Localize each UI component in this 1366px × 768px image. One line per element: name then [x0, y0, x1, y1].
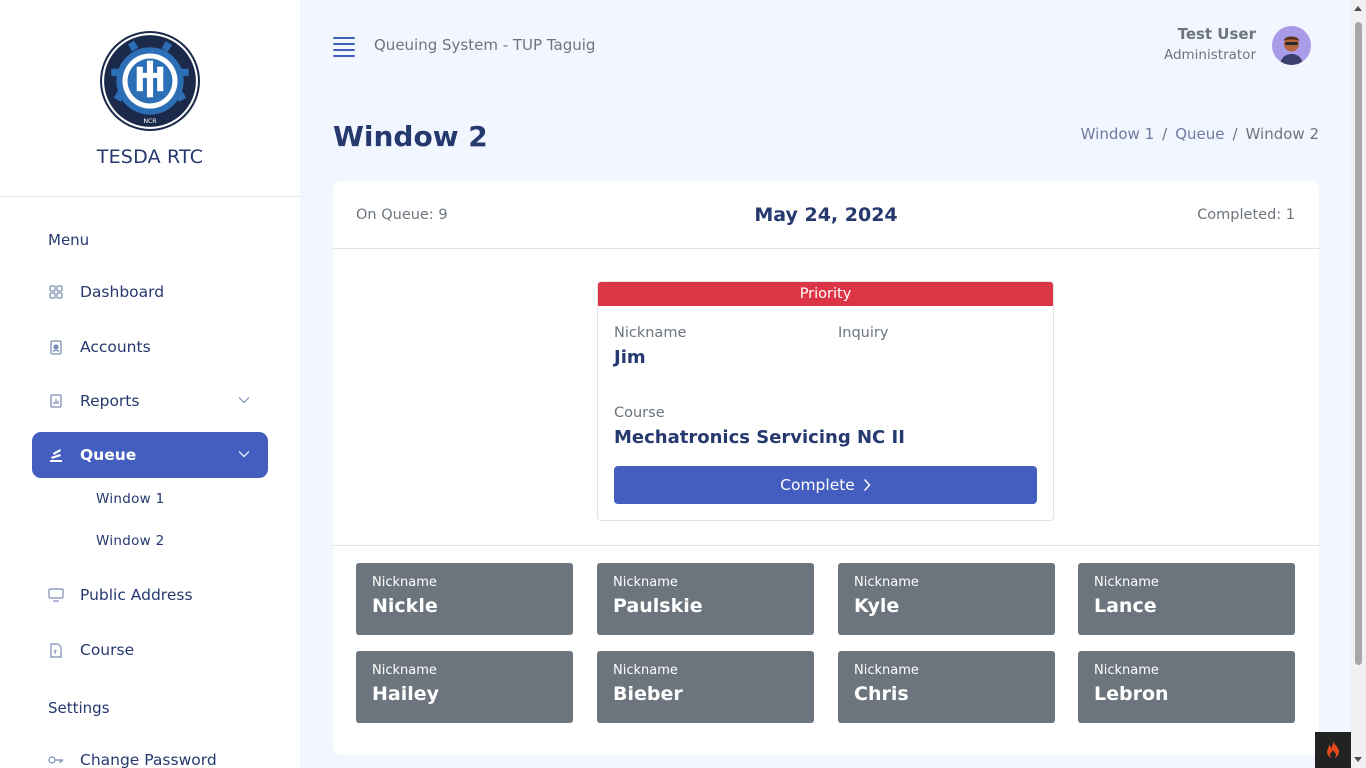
sidebar: NCR TESDA RTC Menu Dashboard Accounts Re…	[0, 0, 300, 768]
complete-button[interactable]: Complete	[614, 466, 1037, 504]
user-role: Administrator	[1163, 47, 1256, 63]
queue-tile-name: Kyle	[854, 595, 900, 617]
completed-count: Completed: 1	[1197, 207, 1295, 223]
queue-tile[interactable]: Nickname Kyle	[838, 563, 1055, 635]
display-icon	[48, 587, 64, 603]
breadcrumb-queue[interactable]: Queue	[1175, 125, 1224, 143]
user-name[interactable]: Test User	[1178, 25, 1256, 43]
sidebar-item-course[interactable]: Course	[32, 627, 268, 673]
queue-tile-label: Nickname	[1094, 575, 1159, 590]
sidebar-item-label: Change Password	[80, 751, 217, 768]
queue-tile[interactable]: Nickname Chris	[838, 651, 1055, 723]
inquiry-label: Inquiry	[838, 325, 889, 341]
person-badge-icon	[48, 339, 64, 355]
page-title: Window 2	[333, 120, 488, 153]
avatar[interactable]	[1272, 26, 1311, 65]
queue-tile-label: Nickname	[372, 663, 437, 678]
nickname-label: Nickname	[614, 325, 687, 341]
queue-tile-label: Nickname	[854, 663, 919, 678]
sidebar-item-public-address[interactable]: Public Address	[32, 572, 268, 618]
queue-tile-name: Paulskie	[613, 595, 703, 617]
queue-tile[interactable]: Nickname Nickle	[356, 563, 573, 635]
sidebar-item-label: Accounts	[80, 338, 151, 356]
sidebar-item-accounts[interactable]: Accounts	[32, 324, 268, 370]
scroll-down-arrow-icon[interactable]	[1354, 757, 1362, 762]
app-title: Queuing System - TUP Taguig	[374, 36, 596, 54]
queue-tile-label: Nickname	[1094, 663, 1159, 678]
grid-icon	[48, 284, 64, 300]
hamburger-menu-icon[interactable]	[333, 37, 355, 57]
queue-tile[interactable]: Nickname Lance	[1078, 563, 1295, 635]
queue-tile-label: Nickname	[613, 575, 678, 590]
queue-tile-name: Lance	[1094, 595, 1157, 617]
queue-tile[interactable]: Nickname Paulskie	[597, 563, 814, 635]
scroll-up-arrow-icon[interactable]	[1354, 6, 1362, 11]
queue-tile-name: Bieber	[613, 683, 683, 705]
sidebar-item-queue[interactable]: Queue	[32, 432, 268, 478]
sidebar-subitem-window-1[interactable]: Window 1	[96, 491, 165, 507]
queue-tile-name: Lebron	[1094, 683, 1169, 705]
key-icon	[48, 752, 64, 768]
card-header: On Queue: 9 May 24, 2024 Completed: 1	[333, 181, 1319, 249]
sidebar-item-label: Dashboard	[80, 283, 165, 301]
breadcrumb-separator: /	[1162, 125, 1168, 143]
nickname-value: Jim	[614, 347, 646, 368]
scroll-thumb[interactable]	[1355, 22, 1362, 665]
queue-tile-label: Nickname	[854, 575, 919, 590]
breadcrumb-window-1[interactable]: Window 1	[1081, 125, 1154, 143]
settings-title: Settings	[48, 699, 110, 717]
course-label: Course	[614, 405, 665, 421]
priority-band: Priority	[598, 282, 1053, 306]
flame-icon[interactable]	[1315, 732, 1351, 768]
breadcrumb: Window 1 / Queue / Window 2	[1081, 125, 1319, 143]
queue-tile[interactable]: Nickname Bieber	[597, 651, 814, 723]
complete-button-label: Complete	[780, 476, 855, 494]
sidebar-item-label: Queue	[80, 446, 137, 464]
sidebar-item-label: Reports	[80, 392, 140, 410]
chevron-down-icon	[238, 397, 250, 404]
file-icon	[48, 642, 64, 658]
sidebar-item-label: Public Address	[80, 586, 193, 604]
sidebar-item-change-password[interactable]: Change Password	[32, 737, 268, 768]
current-serving-card: Priority Nickname Jim Inquiry Course Mec…	[597, 281, 1054, 521]
breadcrumb-current: Window 2	[1245, 125, 1319, 143]
brand-name: TESDA RTC	[96, 146, 204, 168]
queue-tile-name: Hailey	[372, 683, 440, 705]
sidebar-item-reports[interactable]: Reports	[32, 378, 268, 424]
svg-text:NCR: NCR	[143, 118, 157, 125]
menu-title: Menu	[48, 231, 90, 249]
chevron-down-icon	[238, 451, 250, 458]
tesda-logo[interactable]: NCR	[99, 30, 201, 132]
stack-icon	[48, 447, 64, 463]
queue-tile-label: Nickname	[372, 575, 437, 590]
queue-tile-name: Chris	[854, 683, 909, 705]
bar-chart-icon	[48, 393, 64, 409]
breadcrumb-separator: /	[1232, 125, 1238, 143]
queue-tile-name: Nickle	[372, 595, 438, 617]
course-value: Mechatronics Servicing NC II	[614, 427, 905, 448]
queue-card: On Queue: 9 May 24, 2024 Completed: 1 Pr…	[333, 181, 1319, 755]
sidebar-item-label: Course	[80, 641, 135, 659]
queue-tile-label: Nickname	[613, 663, 678, 678]
logo-area: NCR TESDA RTC	[0, 0, 300, 197]
divider	[333, 545, 1319, 546]
current-date: May 24, 2024	[754, 204, 898, 226]
chevron-right-icon	[863, 479, 871, 491]
page-scrollbar[interactable]	[1351, 0, 1366, 768]
sidebar-subitem-window-2[interactable]: Window 2	[96, 533, 165, 549]
sidebar-item-dashboard[interactable]: Dashboard	[32, 269, 268, 315]
queue-tile[interactable]: Nickname Hailey	[356, 651, 573, 723]
queue-tile[interactable]: Nickname Lebron	[1078, 651, 1295, 723]
